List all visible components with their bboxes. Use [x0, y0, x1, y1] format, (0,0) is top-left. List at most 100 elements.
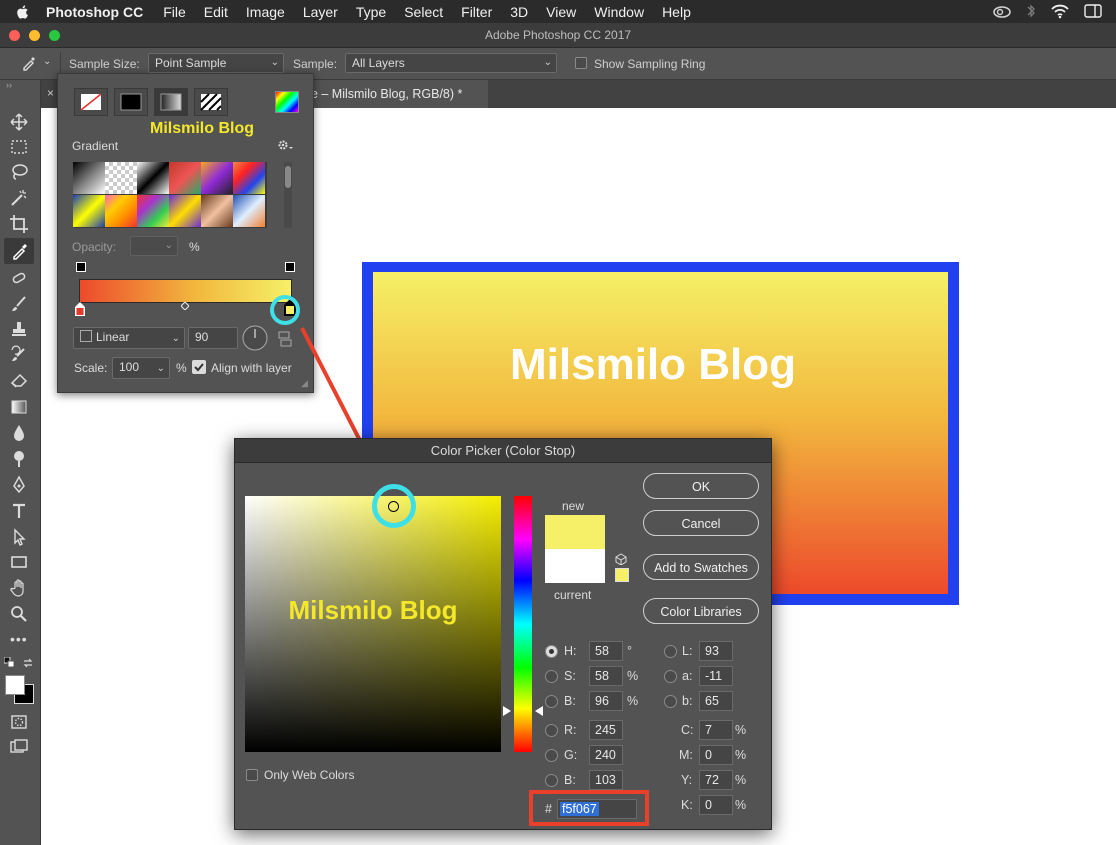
swap-colors-icon[interactable]: [22, 657, 34, 669]
menu-edit[interactable]: Edit: [204, 4, 228, 20]
gradient-swatch[interactable]: [137, 162, 169, 194]
hue-slider[interactable]: [514, 496, 532, 752]
gradient-tool-icon[interactable]: [9, 397, 29, 417]
menu-layer[interactable]: Layer: [303, 4, 338, 20]
cancel-button[interactable]: Cancel: [643, 510, 759, 536]
add-to-swatches-button[interactable]: Add to Swatches: [643, 554, 759, 580]
sidebar-icon[interactable]: [1084, 3, 1102, 19]
sample-select[interactable]: All Layers ⌄: [345, 53, 557, 73]
hue-slider-right-arrow[interactable]: [535, 706, 543, 716]
gradient-swatch[interactable]: [73, 162, 105, 194]
gradient-style-select[interactable]: Linear ⌄: [73, 327, 185, 349]
brightness-field[interactable]: 96: [589, 691, 623, 711]
gradient-swatch[interactable]: [201, 195, 233, 227]
tool-preset-chevron-icon[interactable]: ⌄: [43, 56, 51, 67]
path-selection-tool-icon[interactable]: [9, 527, 29, 547]
menu-file[interactable]: File: [163, 4, 186, 20]
opacity-field[interactable]: ⌄: [130, 236, 178, 256]
web-safe-swatch[interactable]: [615, 568, 629, 582]
yellow-field[interactable]: 72: [699, 770, 733, 790]
angle-dial[interactable]: [241, 324, 269, 352]
gradient-swatch[interactable]: [137, 195, 169, 227]
a-radio[interactable]: [664, 670, 677, 683]
red-field[interactable]: 245: [589, 720, 623, 740]
dodge-tool-icon[interactable]: [9, 449, 29, 469]
hand-tool-icon[interactable]: [9, 578, 29, 598]
gradient-swatch[interactable]: [105, 195, 137, 227]
magic-wand-tool-icon[interactable]: [9, 188, 29, 208]
type-tool-icon[interactable]: [9, 501, 29, 521]
default-colors-icon[interactable]: [4, 657, 16, 669]
swatch-scrollbar[interactable]: [284, 162, 292, 228]
move-tool-icon[interactable]: [9, 112, 29, 132]
green-field[interactable]: 240: [589, 745, 623, 765]
menu-filter[interactable]: Filter: [461, 4, 492, 20]
color-picker-swatch-icon[interactable]: [275, 91, 299, 113]
blur-tool-icon[interactable]: [9, 423, 29, 443]
color-stop-left[interactable]: [75, 302, 85, 316]
more-tools-icon[interactable]: •••: [10, 631, 28, 647]
menu-type[interactable]: Type: [356, 4, 386, 20]
gradient-swatch[interactable]: [233, 162, 265, 194]
gradient-swatch[interactable]: [105, 162, 137, 194]
blue-field[interactable]: 103: [589, 770, 623, 790]
gradient-preview-bar[interactable]: [79, 279, 292, 303]
menu-app-name[interactable]: Photoshop CC: [46, 4, 143, 20]
menu-select[interactable]: Select: [404, 4, 443, 20]
fill-gradient-button[interactable]: [154, 88, 188, 116]
clone-stamp-tool-icon[interactable]: [9, 319, 29, 339]
hex-field[interactable]: f5f067: [557, 799, 637, 819]
current-color-swatch[interactable]: [545, 549, 605, 583]
lasso-tool-icon[interactable]: [9, 162, 29, 182]
spot-healing-tool-icon[interactable]: [9, 268, 29, 288]
close-tab-icon[interactable]: ×: [47, 86, 54, 100]
eyedropper-tool-active[interactable]: [4, 238, 34, 264]
opacity-stop-left[interactable]: [76, 262, 86, 272]
saturation-radio[interactable]: [545, 670, 558, 683]
wifi-icon[interactable]: [1050, 3, 1070, 19]
hue-slider-left-arrow[interactable]: [503, 706, 511, 716]
zoom-tool-icon[interactable]: [9, 604, 29, 624]
sample-size-select[interactable]: Point Sample ⌄: [148, 53, 284, 73]
a-field[interactable]: -11: [699, 666, 733, 686]
green-radio[interactable]: [545, 749, 558, 762]
screen-mode-icon[interactable]: [9, 737, 29, 757]
quick-mask-icon[interactable]: [9, 712, 29, 732]
menu-help[interactable]: Help: [662, 4, 691, 20]
fill-pattern-button[interactable]: [194, 88, 228, 116]
menu-window[interactable]: Window: [594, 4, 644, 20]
ok-button[interactable]: OK: [643, 473, 759, 499]
rectangle-tool-icon[interactable]: [9, 552, 29, 572]
menu-view[interactable]: View: [546, 4, 576, 20]
black-field[interactable]: 0: [699, 795, 733, 815]
color-libraries-button[interactable]: Color Libraries: [643, 598, 759, 624]
gradient-swatch[interactable]: [169, 162, 201, 194]
scale-field[interactable]: 100 ⌄: [112, 357, 170, 379]
collapse-icon[interactable]: ››: [6, 80, 12, 90]
gradient-swatch[interactable]: [73, 195, 105, 227]
hue-radio[interactable]: [545, 645, 558, 658]
lightness-field[interactable]: 93: [699, 641, 733, 661]
eraser-tool-icon[interactable]: [9, 370, 29, 390]
fill-none-button[interactable]: [74, 88, 108, 116]
gradient-swatch[interactable]: [233, 195, 265, 227]
gear-icon[interactable]: [277, 138, 293, 152]
lab-b-radio[interactable]: [664, 695, 677, 708]
saturation-field[interactable]: 58: [589, 666, 623, 686]
menu-image[interactable]: Image: [246, 4, 285, 20]
creative-cloud-icon[interactable]: [992, 3, 1012, 19]
marquee-tool-icon[interactable]: [9, 137, 29, 157]
blue-radio[interactable]: [545, 774, 558, 787]
angle-field[interactable]: 90: [188, 327, 238, 349]
history-brush-tool-icon[interactable]: [9, 345, 29, 365]
opacity-stop-right[interactable]: [285, 262, 295, 272]
menu-3d[interactable]: 3D: [510, 4, 528, 20]
foreground-color-swatch[interactable]: [5, 675, 25, 695]
gradient-swatch[interactable]: [201, 162, 233, 194]
out-of-gamut-cube-icon[interactable]: [615, 553, 627, 565]
gradient-swatch[interactable]: [169, 195, 201, 227]
hue-field[interactable]: 58: [589, 641, 623, 661]
eyedropper-icon[interactable]: [20, 54, 38, 72]
fill-solid-button[interactable]: [114, 88, 148, 116]
brush-tool-icon[interactable]: [9, 294, 29, 314]
